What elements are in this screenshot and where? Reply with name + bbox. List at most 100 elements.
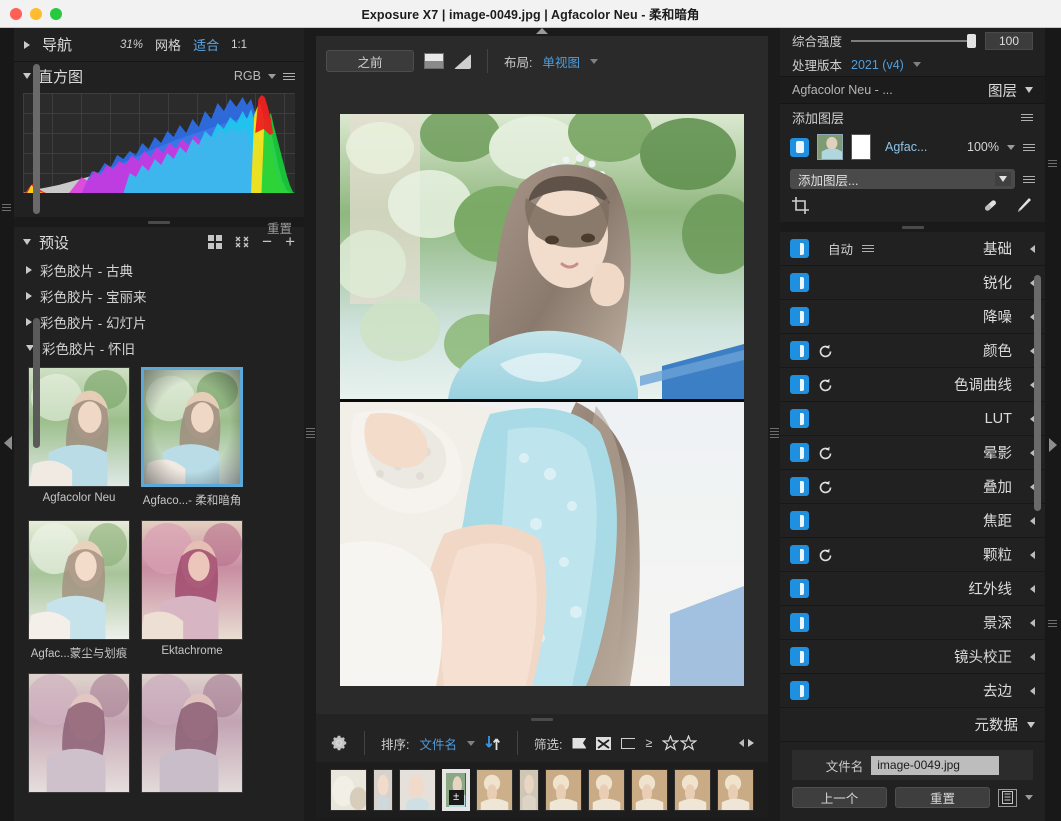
rating-operator[interactable]: ≥ xyxy=(645,736,652,750)
gear-icon[interactable] xyxy=(330,734,348,752)
chevron-down-icon[interactable] xyxy=(1007,144,1015,150)
collapse-left-panel-icon[interactable] xyxy=(4,436,12,450)
splitter-grip[interactable] xyxy=(306,426,315,440)
layer-row[interactable]: Agfac... 100% xyxy=(780,130,1045,164)
section-enable-toggle[interactable] xyxy=(790,409,809,428)
add-preset-icon[interactable]: + xyxy=(285,233,295,250)
section-basic[interactable]: 自动 基础 xyxy=(780,232,1045,266)
collapse-right-panel-icon[interactable] xyxy=(1049,438,1057,452)
section-reset-icon[interactable] xyxy=(818,480,832,494)
right-splitter[interactable] xyxy=(768,28,780,821)
section-reset-icon[interactable] xyxy=(818,378,832,392)
navigator-fit-option[interactable]: 适合 xyxy=(193,35,219,54)
section-enable-toggle[interactable] xyxy=(790,613,809,632)
flag-unflagged-icon[interactable] xyxy=(621,737,636,749)
presets-scrollbar[interactable] xyxy=(33,318,40,448)
section-enable-toggle[interactable] xyxy=(790,579,809,598)
filmstrip-item[interactable] xyxy=(330,769,368,811)
preset-group-row[interactable]: 彩色胶片 - 幻灯片 xyxy=(14,309,304,335)
filmstrip-item[interactable] xyxy=(587,769,625,811)
section-overlay[interactable]: 叠加 xyxy=(780,470,1045,504)
next-page-icon[interactable] xyxy=(748,739,754,747)
chevron-left-icon[interactable] xyxy=(1030,686,1035,695)
preset-item[interactable]: Agfac...蒙尘与划痕 xyxy=(28,520,130,661)
image-canvas[interactable] xyxy=(316,86,768,714)
add-layer-row[interactable]: 添加图层 xyxy=(780,104,1045,130)
maximize-button[interactable] xyxy=(50,7,62,20)
heal-brush-icon[interactable] xyxy=(981,196,1000,220)
chevron-down-icon[interactable] xyxy=(995,172,1011,186)
prev-page-icon[interactable] xyxy=(739,739,744,747)
chevron-down-icon[interactable] xyxy=(1027,721,1035,728)
section-focus[interactable]: 焦距 xyxy=(780,504,1045,538)
filmstrip[interactable]: ± xyxy=(316,762,768,818)
sort-direction-icon[interactable] xyxy=(485,734,501,752)
overall-strength-value[interactable]: 100 xyxy=(985,31,1033,50)
preset-group-row[interactable]: 彩色胶片 - 古典 xyxy=(14,257,304,283)
section-denoise[interactable]: 降噪 xyxy=(780,300,1045,334)
chevron-left-icon[interactable] xyxy=(1030,516,1035,525)
split-view-icon[interactable] xyxy=(424,53,444,69)
section-enable-toggle[interactable] xyxy=(790,307,809,326)
filmstrip-splitter[interactable] xyxy=(316,714,768,724)
minimize-button[interactable] xyxy=(30,7,42,20)
preset-group-row-expanded[interactable]: 彩色胶片 - 怀旧 xyxy=(14,335,304,361)
section-color[interactable]: 颜色 xyxy=(780,334,1045,368)
chevron-down-icon[interactable] xyxy=(23,239,31,245)
center-top-collapse[interactable] xyxy=(316,28,768,36)
remove-preset-icon[interactable]: − xyxy=(262,233,272,250)
process-version-value[interactable]: 2021 (v4) xyxy=(851,58,904,72)
filename-input[interactable]: image-0049.jpg xyxy=(871,755,1000,775)
preview-image[interactable] xyxy=(340,114,744,686)
preset-thumbnail-image[interactable] xyxy=(141,673,243,793)
preset-thumbnail-image[interactable] xyxy=(141,520,243,640)
section-enable-toggle[interactable] xyxy=(790,443,809,462)
layer-opacity[interactable]: 100% xyxy=(967,140,999,154)
section-enable-toggle[interactable] xyxy=(790,341,809,360)
right-panel-grip-top[interactable] xyxy=(1048,158,1057,169)
section-reset-icon[interactable] xyxy=(818,344,832,358)
overall-strength-slider[interactable] xyxy=(851,33,976,48)
chevron-right-icon[interactable] xyxy=(26,318,32,326)
chevron-down-icon[interactable] xyxy=(1025,87,1033,93)
filmstrip-item[interactable] xyxy=(373,769,394,811)
section-sharpen[interactable]: 锐化 xyxy=(780,266,1045,300)
chevron-down-icon[interactable] xyxy=(590,58,598,64)
before-after-split-line[interactable] xyxy=(340,399,744,402)
navigator-grid-option[interactable]: 网格 xyxy=(155,35,181,54)
chevron-left-icon[interactable] xyxy=(1030,550,1035,559)
section-enable-toggle[interactable] xyxy=(790,375,809,394)
preset-item-selected[interactable]: Agfaco...- 柔和暗角 xyxy=(141,367,243,508)
section-enable-toggle[interactable] xyxy=(790,239,809,258)
right-panel-scrollbar[interactable] xyxy=(1034,275,1041,511)
right-panel-grip-bottom[interactable] xyxy=(1048,618,1057,629)
chevron-down-icon[interactable] xyxy=(23,73,31,79)
paint-brush-icon[interactable] xyxy=(1014,196,1033,220)
chevron-left-icon[interactable] xyxy=(1030,244,1035,253)
close-button[interactable] xyxy=(10,7,22,20)
histogram-plot[interactable] xyxy=(23,93,295,193)
sort-value[interactable]: 文件名 xyxy=(419,734,457,753)
section-enable-toggle[interactable] xyxy=(790,477,809,496)
section-lut[interactable]: LUT xyxy=(780,402,1045,436)
section-metadata[interactable]: 元数据 xyxy=(780,708,1045,742)
presets-header[interactable]: 预设 − + xyxy=(14,227,304,257)
chevron-right-icon[interactable] xyxy=(24,40,30,49)
section-enable-toggle[interactable] xyxy=(790,681,809,700)
chevron-right-icon[interactable] xyxy=(26,292,32,300)
right-panel-splitter[interactable] xyxy=(780,222,1045,232)
previous-button[interactable]: 上一个 xyxy=(792,787,887,808)
filmstrip-item[interactable] xyxy=(716,769,755,811)
preset-item[interactable] xyxy=(141,673,243,798)
filmstrip-item[interactable] xyxy=(475,769,513,811)
preset-item[interactable]: Agfacolor Neu xyxy=(28,367,130,508)
slider-handle[interactable] xyxy=(967,33,976,48)
section-defringe[interactable]: 去边 xyxy=(780,674,1045,708)
preset-thumbnail-image[interactable] xyxy=(28,520,130,640)
histogram-header[interactable]: 直方图 RGB xyxy=(14,62,304,90)
histogram-reset-button[interactable]: 重置 xyxy=(267,218,292,237)
filmstrip-item[interactable] xyxy=(544,769,582,811)
preset-thumbnail-image[interactable] xyxy=(141,367,243,487)
histogram-channel-value[interactable]: RGB xyxy=(234,69,261,83)
grid-view-icon[interactable] xyxy=(208,235,223,249)
